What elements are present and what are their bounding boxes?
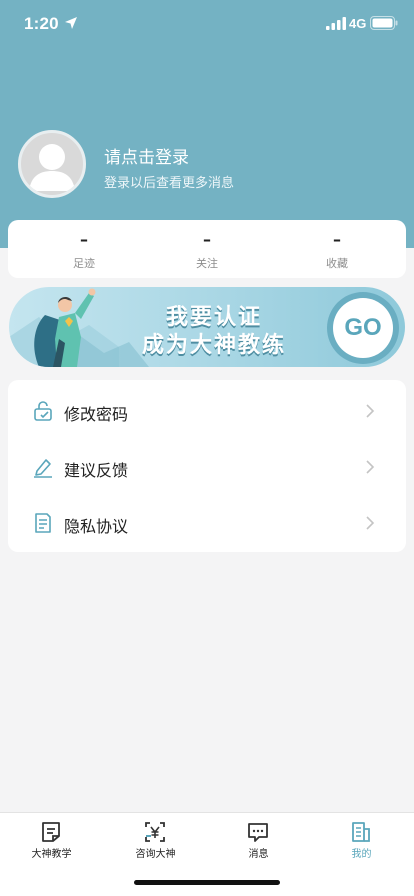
network-label: 4G [349,16,367,31]
stat-label: 足迹 [73,257,95,270]
lock-icon [34,401,52,421]
signal-bars-icon [326,17,346,30]
login-prompt[interactable]: 请点击登录 [104,143,189,168]
login-subtitle: 登录以后查看更多消息 [104,176,235,191]
avatar[interactable] [18,130,86,198]
tab-label: 我的 [351,849,372,860]
stat-favorites[interactable]: – 收藏 [271,220,403,278]
document-icon [35,513,51,533]
menu-item-privacy[interactable]: 隐私协议 [8,494,406,550]
home-indicator[interactable] [134,880,280,885]
coach-certification-banner[interactable]: 我要认证 成为大神教练 GO [9,287,405,367]
chevron-right-icon [366,460,375,474]
chevron-right-icon [366,404,375,418]
pencil-icon [34,459,52,478]
menu-item-feedback[interactable]: 建议反馈 [8,438,406,494]
go-button[interactable]: GO [333,298,393,358]
status-time: 1:20 [24,14,59,33]
stat-value: – [333,230,341,249]
stat-footprints[interactable]: – 足迹 [18,220,150,278]
menu-label: 建议反馈 [64,461,129,480]
menu-item-change-password[interactable]: 修改密码 [8,382,406,438]
stats-card: – 足迹 – 关注 – 收藏 [8,220,406,278]
yuan-scan-icon [145,822,165,842]
battery-icon [370,16,398,30]
superhero-illustration [34,288,96,367]
chevron-right-icon [366,516,375,530]
stat-value: – [80,230,88,249]
menu-label: 修改密码 [64,405,129,424]
settings-menu: 修改密码 建议反馈 隐私协议 [8,380,406,552]
banner-line2: 成为大神教练 [141,333,286,358]
status-bar: 1:20 4G [0,0,414,48]
user-silhouette-icon [29,144,75,191]
tab-consult-master[interactable]: 咨询大神 [104,813,207,863]
tab-label: 大神教学 [31,849,72,860]
location-arrow-icon [65,17,77,29]
stat-label: 收藏 [326,257,348,270]
stat-label: 关注 [196,257,218,270]
tab-master-teaching[interactable]: 大神教学 [0,813,103,863]
stat-value: – [203,230,211,249]
message-icon [248,823,268,842]
stat-following[interactable]: – 关注 [141,220,273,278]
tab-mine[interactable]: 我的 [310,813,413,863]
menu-label: 隐私协议 [64,517,129,536]
tab-label: 消息 [248,849,269,860]
profile-doc-icon [352,822,370,842]
tab-messages[interactable]: 消息 [207,813,310,863]
tab-label: 咨询大神 [135,849,176,860]
notes-icon [42,822,60,842]
